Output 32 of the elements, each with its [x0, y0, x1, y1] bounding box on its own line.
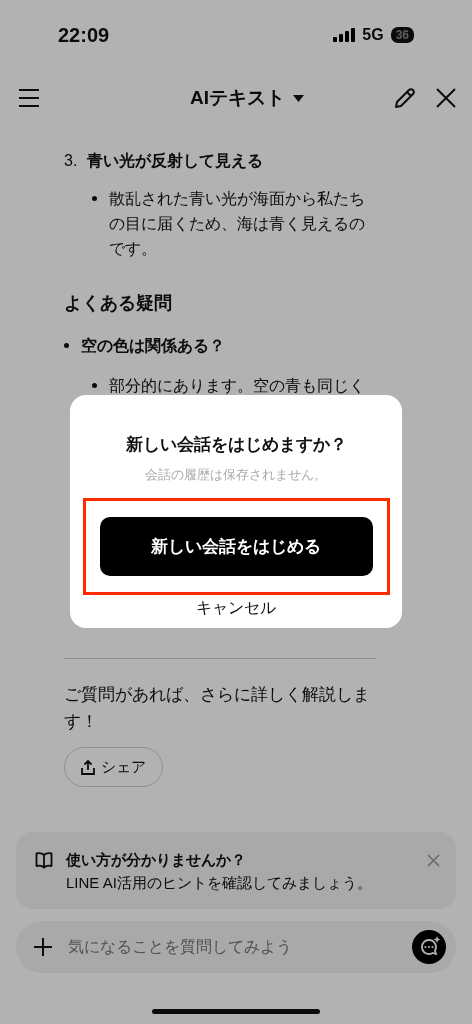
- message-input[interactable]: 気になることを質問してみよう: [66, 937, 398, 957]
- cancel-button[interactable]: キャンセル: [190, 597, 282, 620]
- confirm-button[interactable]: 新しい会話をはじめる: [99, 517, 373, 576]
- share-button[interactable]: シェア: [64, 747, 163, 787]
- hint-text: LINE AI活用のヒントを確認してみましょう。: [66, 873, 373, 893]
- menu-icon[interactable]: [18, 88, 40, 108]
- question-text: 空の色は関係ある？: [81, 336, 225, 356]
- close-icon[interactable]: [436, 88, 456, 108]
- battery-indicator: 36: [390, 27, 414, 43]
- list-item-title: 青い光が反射して見える: [87, 151, 264, 171]
- section-heading: よくある疑問: [64, 292, 173, 315]
- hint-title: 使い方が分かりませんか？: [66, 850, 247, 870]
- dropdown-caret-icon[interactable]: [293, 94, 304, 102]
- plus-icon[interactable]: [34, 938, 52, 956]
- bullet-text: 散乱された青い光が海面から私たちの目に届くため、海は青く見えるのです。: [109, 189, 366, 259]
- dialog-title: 新しい会話をはじめますか？: [125, 434, 347, 456]
- share-icon: [81, 759, 95, 775]
- input-bar[interactable]: 気になることを質問してみよう: [16, 921, 456, 973]
- chat-sparkle-icon[interactable]: [412, 930, 446, 964]
- pencil-icon[interactable]: [394, 87, 416, 109]
- header-title[interactable]: AIテキスト: [190, 85, 285, 111]
- bullet-dot: [92, 196, 97, 201]
- answer-text: 部分的にあります。空の青も同じく: [109, 376, 365, 396]
- dialog-message: 会話の履歴は保存されません。: [145, 466, 327, 484]
- network-label: 5G: [362, 26, 384, 44]
- closing-text: ご質問があれば、さらに詳しく解説します！: [64, 684, 371, 733]
- bullet-dot: [64, 343, 69, 348]
- signal-icon: [333, 28, 356, 42]
- bullet-dot: [92, 383, 97, 388]
- status-time: 22:09: [58, 23, 110, 47]
- list-number: 3.: [64, 151, 78, 171]
- book-icon: [35, 851, 53, 869]
